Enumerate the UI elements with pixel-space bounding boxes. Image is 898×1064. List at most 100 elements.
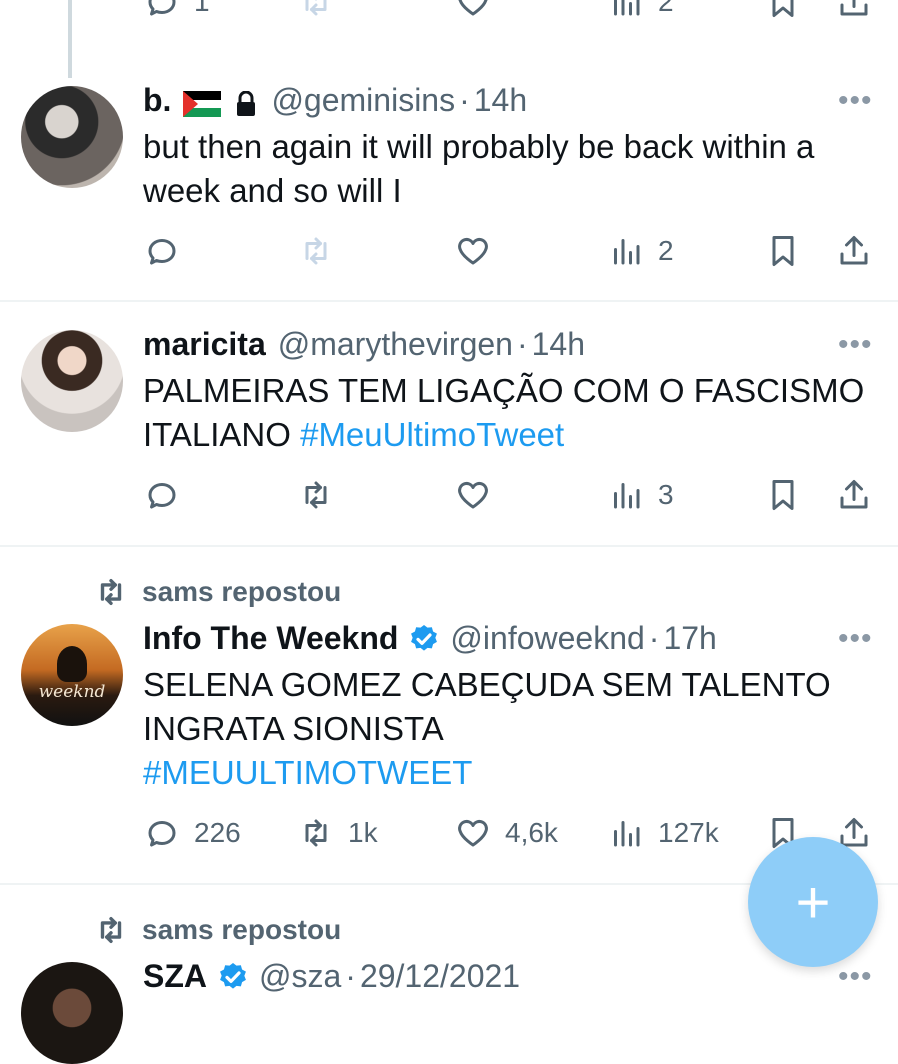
like-button[interactable]	[455, 477, 491, 513]
reply-icon	[144, 0, 180, 20]
separator-dot: ·	[648, 620, 660, 656]
handle[interactable]: @infoweeknd	[450, 620, 644, 657]
handle[interactable]: @geminisins	[271, 82, 455, 119]
display-name[interactable]: maricita	[143, 326, 266, 363]
reply-button[interactable]	[144, 233, 180, 269]
tweet-body-line: INGRATA SIONISTA	[143, 710, 444, 747]
repost-icon	[298, 233, 334, 269]
hashtag-link[interactable]: #MeuUltimoTweet	[300, 416, 564, 453]
repost-indicator[interactable]: sams repostou	[94, 913, 341, 947]
tweet-body-line: SELENA GOMEZ CABEÇUDA SEM TALENTO	[143, 666, 831, 703]
bookmark-button[interactable]	[765, 477, 801, 513]
reply-button[interactable]: 1	[144, 0, 210, 20]
display-name[interactable]: SZA	[143, 958, 207, 995]
views-button[interactable]: 2	[608, 233, 674, 269]
repost-icon	[298, 477, 334, 513]
verified-icon	[217, 961, 249, 993]
bookmark-icon	[765, 0, 801, 20]
views-button[interactable]: 127k	[608, 815, 719, 851]
more-options-button[interactable]: •••	[838, 622, 873, 656]
repost-label: sams repostou	[142, 914, 342, 945]
display-name[interactable]: b.	[143, 82, 171, 119]
tweet-divider	[0, 300, 898, 302]
like-button[interactable]: 4,6k	[455, 815, 558, 851]
views-icon	[608, 815, 644, 851]
reply-count: 226	[194, 817, 241, 848]
display-name[interactable]: Info The Weeknd	[143, 620, 398, 657]
timestamp[interactable]: 14h	[532, 326, 585, 363]
views-count: 2	[658, 0, 674, 17]
like-icon	[455, 233, 491, 269]
repost-icon	[298, 0, 334, 20]
like-button[interactable]	[455, 0, 491, 20]
timestamp[interactable]: 14h	[474, 82, 527, 119]
more-options-button[interactable]: •••	[838, 960, 873, 994]
more-options-button[interactable]: •••	[838, 84, 873, 118]
views-count: 3	[658, 479, 674, 510]
separator-dot: ·	[345, 958, 356, 994]
avatar[interactable]	[21, 86, 123, 188]
tweet-header: SZA @sza · 29/12/2021	[143, 958, 520, 995]
like-count: 4,6k	[505, 817, 558, 848]
repost-button[interactable]	[298, 477, 334, 513]
avatar-text: weeknd	[38, 682, 106, 702]
views-icon	[608, 0, 644, 20]
avatar[interactable]: weeknd	[21, 624, 123, 726]
share-button[interactable]	[836, 233, 872, 269]
like-icon	[455, 815, 491, 851]
views-button[interactable]: 2	[608, 0, 674, 20]
avatar-figure	[57, 646, 87, 682]
repost-button[interactable]	[298, 0, 334, 20]
handle[interactable]: @sza	[259, 958, 341, 995]
tweet-divider	[0, 545, 898, 547]
repost-count: 1k	[348, 817, 378, 848]
palestine-flag-icon	[183, 88, 222, 117]
repost-icon	[94, 913, 128, 947]
bookmark-button[interactable]	[765, 0, 801, 20]
views-button[interactable]: 3	[608, 477, 674, 513]
tweet-header: b. @geminisins · 14h	[143, 82, 527, 119]
tweet-text: PALMEIRAS TEM LIGAÇÃO COM O FASCISMO ITA…	[143, 369, 883, 457]
repost-button[interactable]	[298, 233, 334, 269]
compose-button[interactable]: +	[748, 837, 878, 967]
share-icon	[836, 233, 872, 269]
bookmark-icon	[765, 233, 801, 269]
views-icon	[608, 233, 644, 269]
avatar[interactable]	[21, 962, 123, 1064]
share-icon	[836, 477, 872, 513]
like-button[interactable]	[455, 233, 491, 269]
tweet-text: but then again it will probably be back …	[143, 128, 815, 209]
tweet-header: maricita @marythevirgen · 14h	[143, 326, 585, 363]
repost-icon	[298, 815, 334, 851]
timestamp[interactable]: 29/12/2021	[360, 958, 520, 995]
bookmark-button[interactable]	[765, 233, 801, 269]
reply-icon	[144, 233, 180, 269]
views-icon	[608, 477, 644, 513]
tweet-header: Info The Weeknd @infoweeknd · 17h	[143, 620, 717, 657]
reply-button[interactable]: 226	[144, 815, 241, 851]
repost-indicator[interactable]: sams repostou	[94, 575, 341, 609]
bookmark-icon	[765, 477, 801, 513]
share-icon	[836, 0, 872, 20]
repost-button[interactable]: 1k	[298, 815, 378, 851]
verified-icon	[408, 623, 440, 655]
separator-dot: ·	[516, 326, 528, 362]
repost-icon	[94, 575, 128, 609]
hashtag-link[interactable]: #MEUULTIMOTWEET	[143, 751, 883, 795]
reply-icon	[144, 815, 180, 851]
like-icon	[455, 477, 491, 513]
handle[interactable]: @marythevirgen	[278, 326, 513, 363]
share-button[interactable]	[836, 0, 872, 20]
lock-icon	[235, 88, 257, 116]
repost-label: sams repostou	[142, 576, 342, 607]
more-options-button[interactable]: •••	[838, 328, 873, 362]
reply-button[interactable]	[144, 477, 180, 513]
share-button[interactable]	[836, 477, 872, 513]
avatar[interactable]	[21, 330, 123, 432]
plus-icon: +	[795, 868, 831, 936]
separator-dot: ·	[459, 82, 470, 118]
reply-count: 1	[194, 0, 210, 17]
views-count: 127k	[658, 817, 719, 848]
thread-connector-line	[68, 0, 72, 78]
timestamp[interactable]: 17h	[663, 620, 716, 657]
